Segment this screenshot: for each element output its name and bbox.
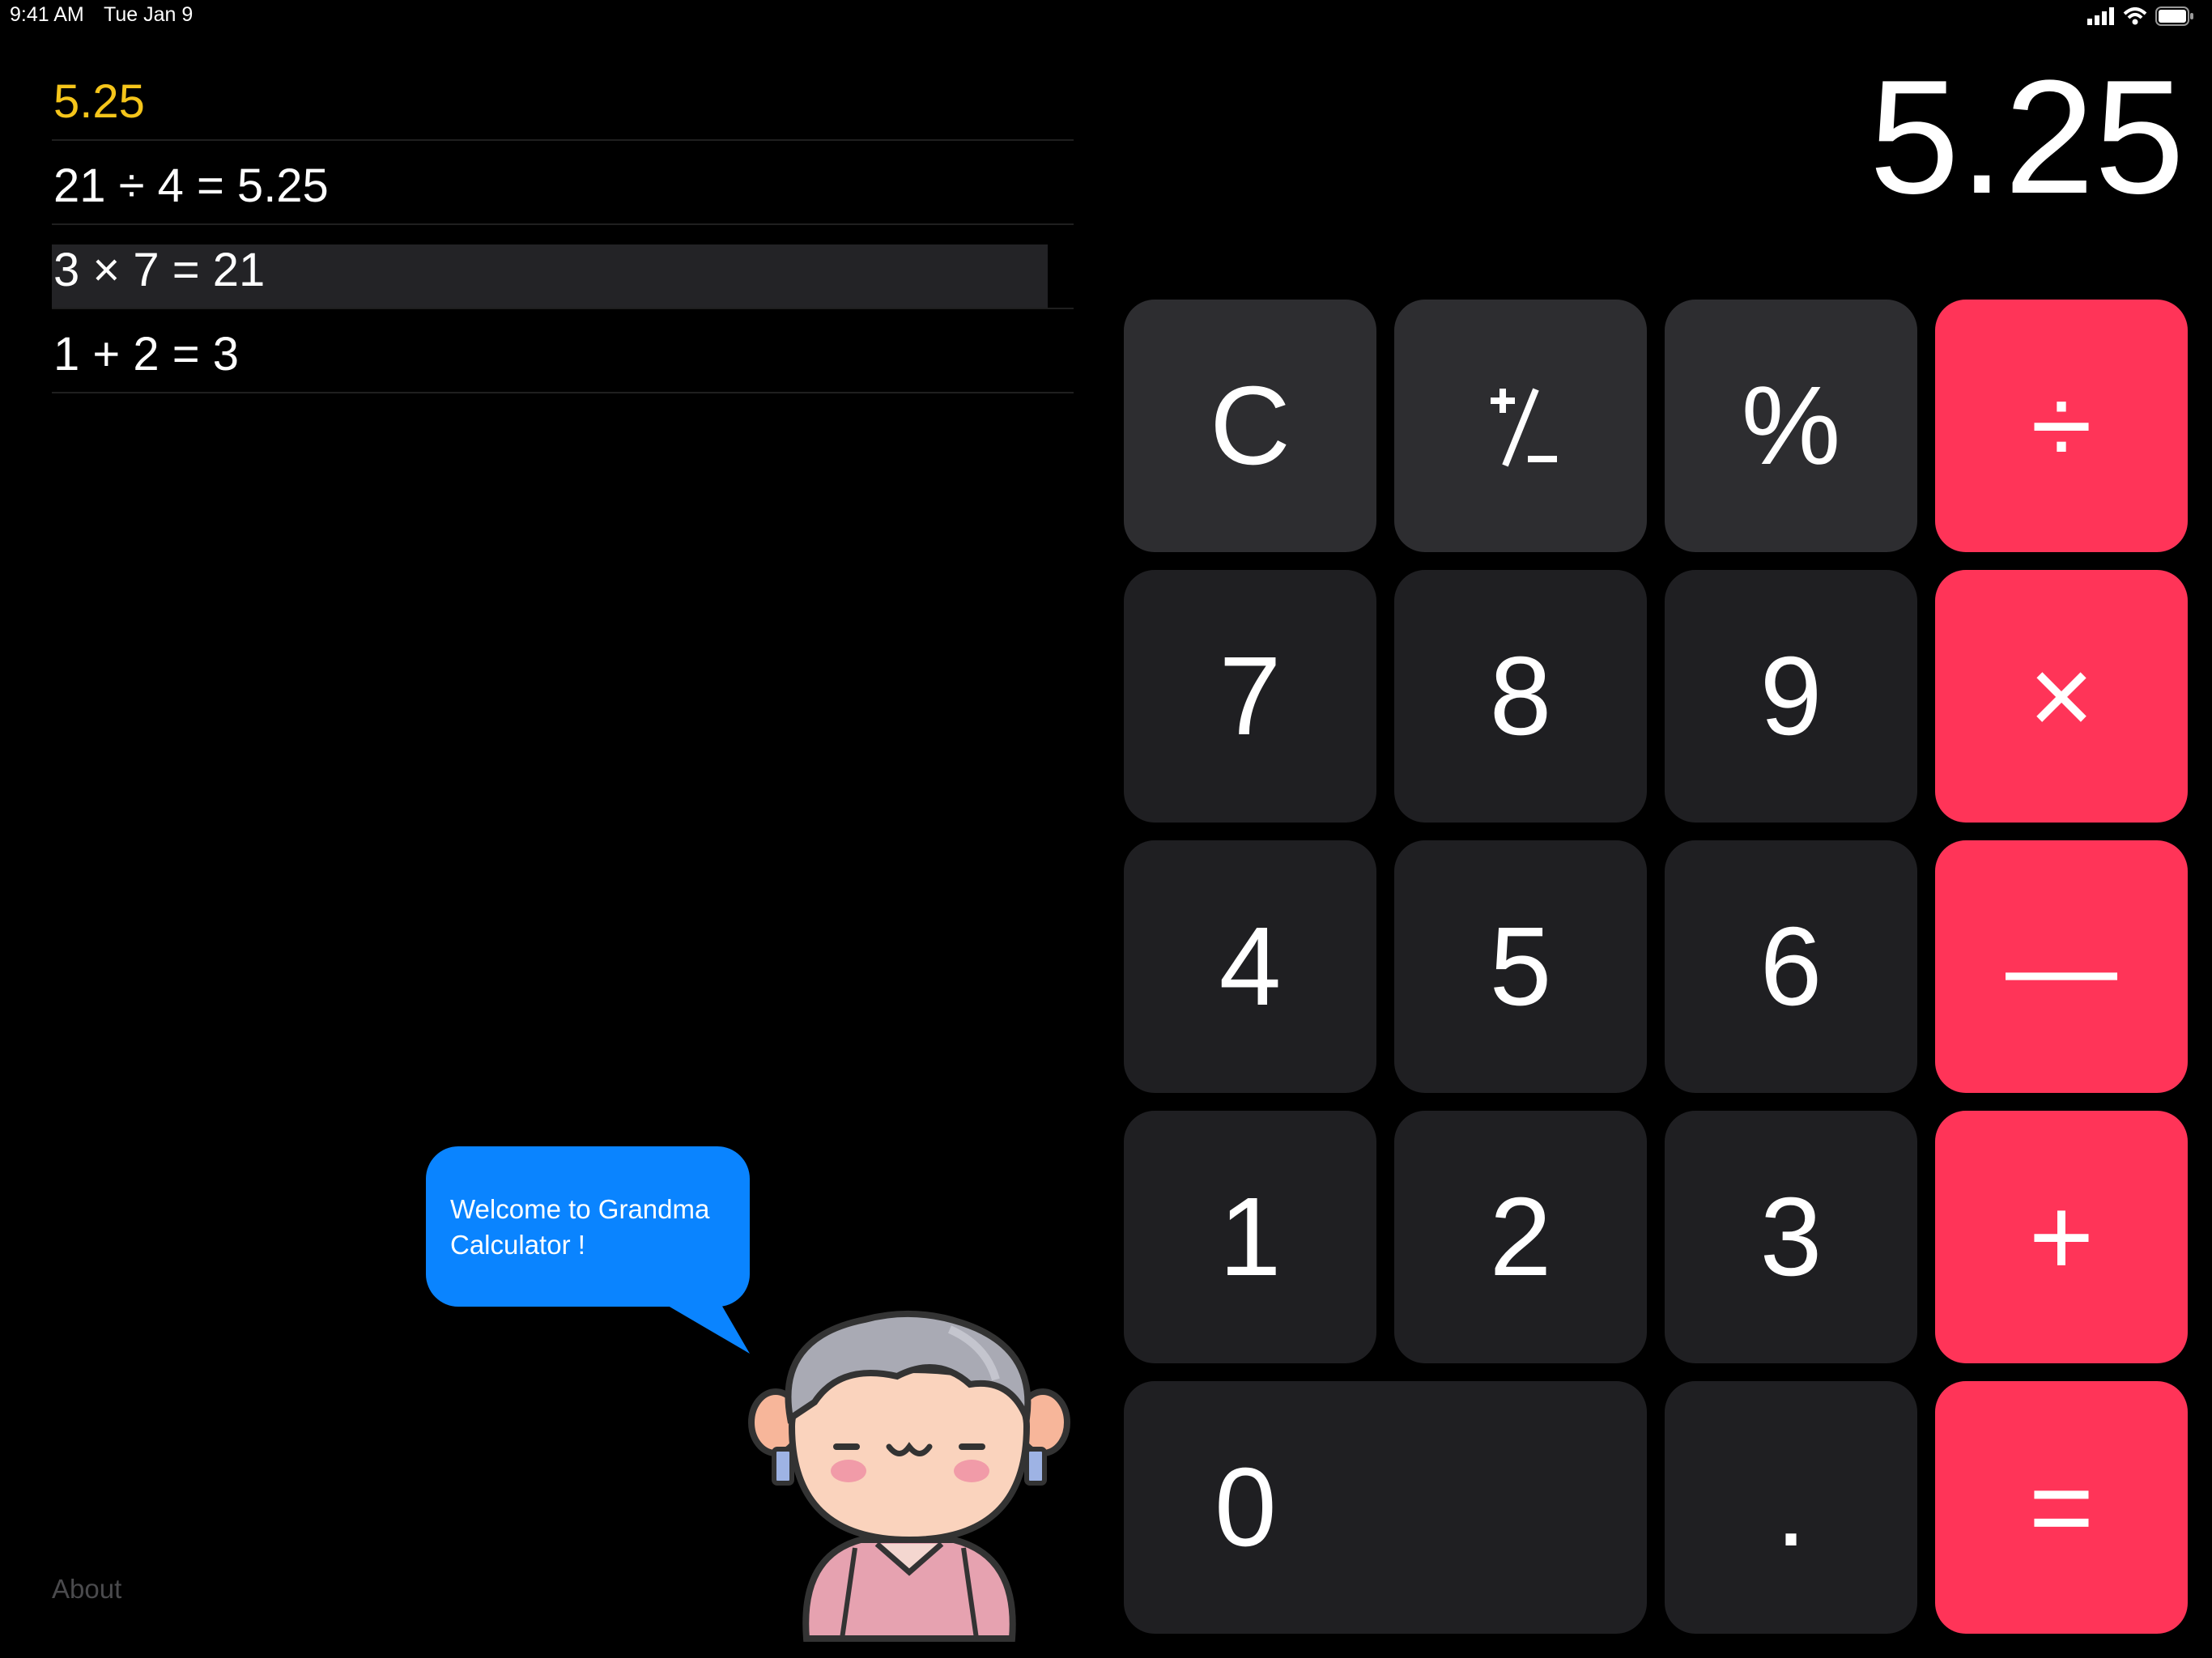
history-entry-text: 21 ÷ 4 = 5.25 — [53, 159, 329, 212]
history-current-value: 5.25 — [53, 75, 145, 128]
digit-8-button[interactable]: 8 — [1394, 570, 1647, 823]
result-display: 5.25 — [1869, 47, 2184, 227]
welcome-bubble: Welcome to Grandma Calculator ! — [426, 1146, 750, 1307]
wifi-icon — [2123, 7, 2147, 25]
bubble-tail — [664, 1303, 750, 1354]
digit-5-button[interactable]: 5 — [1394, 840, 1647, 1093]
status-time: 9:41 AM — [10, 3, 84, 26]
history-list: 5.25 21 ÷ 4 = 5.25 3 × 7 = 21 1 + 2 = 3 — [52, 57, 1074, 393]
equals-button[interactable]: = — [1935, 1381, 2188, 1634]
clear-button[interactable]: C — [1124, 300, 1376, 552]
decimal-button[interactable]: . — [1665, 1381, 1917, 1634]
digit-7-button[interactable]: 7 — [1124, 570, 1376, 823]
history-entry[interactable]: 1 + 2 = 3 — [52, 309, 1074, 393]
plus-minus-icon — [1491, 388, 1557, 467]
status-icons — [2087, 6, 2194, 26]
minus-button[interactable]: — — [1935, 840, 2188, 1093]
battery-icon — [2155, 6, 2193, 26]
status-bar: 9:41 AM Tue Jan 9 — [0, 0, 2212, 34]
history-entry-text: 1 + 2 = 3 — [53, 328, 239, 380]
status-date: Tue Jan 9 — [104, 3, 194, 26]
divide-button[interactable]: ÷ — [1935, 300, 2188, 552]
digit-4-button[interactable]: 4 — [1124, 840, 1376, 1093]
grandma-mascot-icon — [748, 1310, 1070, 1642]
history-entry-selected[interactable]: 3 × 7 = 21 — [52, 225, 1074, 309]
history-entry[interactable]: 21 ÷ 4 = 5.25 — [52, 141, 1074, 225]
plus-minus-button[interactable] — [1394, 300, 1647, 552]
digit-2-button[interactable]: 2 — [1394, 1111, 1647, 1363]
digit-6-button[interactable]: 6 — [1665, 840, 1917, 1093]
signal-icon — [2087, 7, 2114, 25]
percent-button[interactable]: % — [1665, 300, 1917, 552]
digit-0-button[interactable]: 0 — [1124, 1381, 1647, 1634]
digit-3-button[interactable]: 3 — [1665, 1111, 1917, 1363]
history-entry-text: 3 × 7 = 21 — [53, 244, 266, 296]
history-current[interactable]: 5.25 — [52, 57, 1074, 141]
multiply-button[interactable]: × — [1935, 570, 2188, 823]
plus-button[interactable]: + — [1935, 1111, 2188, 1363]
digit-1-button[interactable]: 1 — [1124, 1111, 1376, 1363]
digit-9-button[interactable]: 9 — [1665, 570, 1917, 823]
about-link[interactable]: About — [52, 1574, 121, 1605]
